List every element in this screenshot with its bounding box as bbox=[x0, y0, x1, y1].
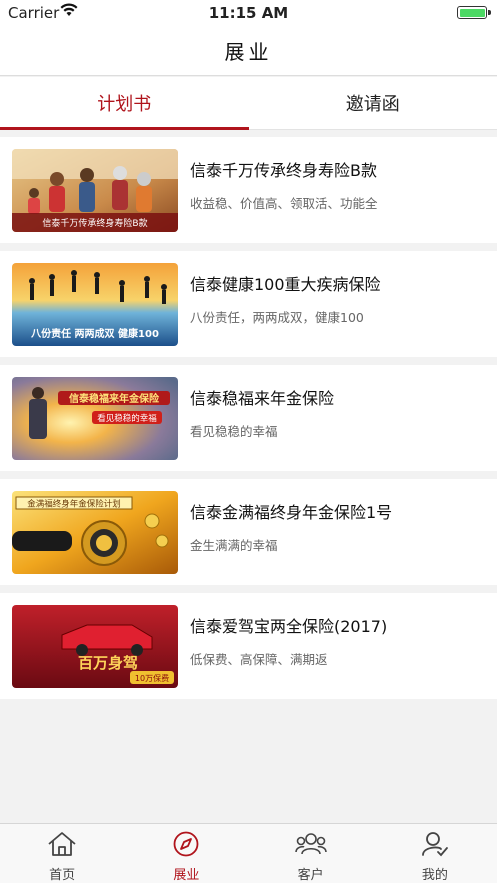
compass-icon bbox=[172, 831, 200, 861]
product-description: 金生满满的幸福 bbox=[190, 538, 278, 553]
product-name: 信泰爱驾宝两全保险(2017) bbox=[190, 617, 388, 636]
tabbar-item-customers[interactable]: 客户 bbox=[249, 824, 373, 883]
tabbar-item-profile[interactable]: 我的 bbox=[373, 824, 497, 883]
tab-label: 计划书 bbox=[97, 94, 152, 115]
navigation-bar: 展业 bbox=[0, 26, 497, 76]
profile-icon bbox=[421, 831, 449, 861]
tabbar-label: 我的 bbox=[421, 868, 448, 883]
product-name: 信泰千万传承终身寿险B款 bbox=[190, 161, 377, 180]
product-description: 低保费、高保障、满期返 bbox=[190, 652, 328, 667]
product-name: 信泰金满福终身年金保险1号 bbox=[190, 503, 393, 522]
tab-label: 邀请函 bbox=[345, 94, 400, 115]
product-banner-image: 金满福终身年金保险计划 bbox=[12, 491, 178, 574]
list-item[interactable]: 百万身驾 10万保费 信泰爱驾宝两全保险(2017) 低保费、高保障、满期返 bbox=[0, 593, 497, 699]
tabbar-label: 展业 bbox=[173, 868, 200, 883]
tabbar-item-home[interactable]: 首页 bbox=[0, 824, 124, 883]
product-banner-image: 八份责任 两两成双 健康100 bbox=[12, 263, 178, 346]
product-name: 信泰健康100重大疾病保险 bbox=[190, 275, 381, 294]
list-item[interactable]: 金满福终身年金保险计划 信泰金满福终身年金保险1号 金生满满的幸福 bbox=[0, 479, 497, 585]
tabbar-label: 首页 bbox=[49, 868, 76, 883]
product-name: 信泰稳福来年金保险 bbox=[190, 389, 335, 408]
product-description: 看见稳稳的幸福 bbox=[190, 424, 278, 439]
list-item[interactable]: 信泰千万传承终身寿险B款 信泰千万传承终身寿险B款 收益稳、价值高、领取活、功能… bbox=[0, 137, 497, 243]
status-bar: Carrier 11:15 AM bbox=[0, 0, 497, 26]
battery-icon bbox=[457, 6, 491, 19]
tabbar-label: 客户 bbox=[297, 868, 324, 883]
product-banner-image: 百万身驾 10万保费 bbox=[12, 605, 178, 688]
battery-fill bbox=[459, 8, 485, 17]
segment-tabs: 计划书 邀请函 bbox=[0, 77, 497, 130]
customers-icon bbox=[294, 831, 327, 861]
status-time: 11:15 AM bbox=[208, 4, 289, 22]
list-item[interactable]: 信泰稳福来年金保险 看见稳稳的幸福 信泰稳福来年金保险 看见稳稳的幸福 bbox=[0, 365, 497, 471]
tab-plan-book[interactable]: 计划书 bbox=[0, 77, 249, 130]
product-description: 八份责任，两两成双，健康100 bbox=[190, 310, 364, 325]
banner-text: 信泰千万传承终身寿险B款 bbox=[42, 217, 147, 229]
banner-subtext: 10万保费 bbox=[135, 673, 169, 683]
product-banner-image: 信泰稳福来年金保险 看见稳稳的幸福 bbox=[12, 377, 178, 460]
banner-text: 八份责任 两两成双 健康100 bbox=[30, 327, 159, 340]
bottom-tab-bar: 首页 展业 客户 我的 bbox=[0, 823, 497, 883]
home-icon bbox=[47, 831, 77, 861]
banner-text: 金满福终身年金保险计划 bbox=[27, 499, 121, 510]
page-title: 展业 bbox=[224, 40, 273, 64]
product-banner-image: 信泰千万传承终身寿险B款 bbox=[12, 149, 178, 232]
list-item[interactable]: 八份责任 两两成双 健康100 信泰健康100重大疾病保险 八份责任，两两成双，… bbox=[0, 251, 497, 357]
banner-subtext: 看见稳稳的幸福 bbox=[97, 413, 157, 424]
product-description: 收益稳、价值高、领取活、功能全 bbox=[190, 196, 378, 211]
tab-invitation[interactable]: 邀请函 bbox=[249, 77, 497, 129]
tabbar-item-business[interactable]: 展业 bbox=[124, 824, 248, 883]
banner-text: 信泰稳福来年金保险 bbox=[69, 392, 160, 405]
product-list: 信泰千万传承终身寿险B款 信泰千万传承终身寿险B款 收益稳、价值高、领取活、功能… bbox=[0, 137, 497, 707]
banner-text: 百万身驾 bbox=[78, 654, 138, 672]
